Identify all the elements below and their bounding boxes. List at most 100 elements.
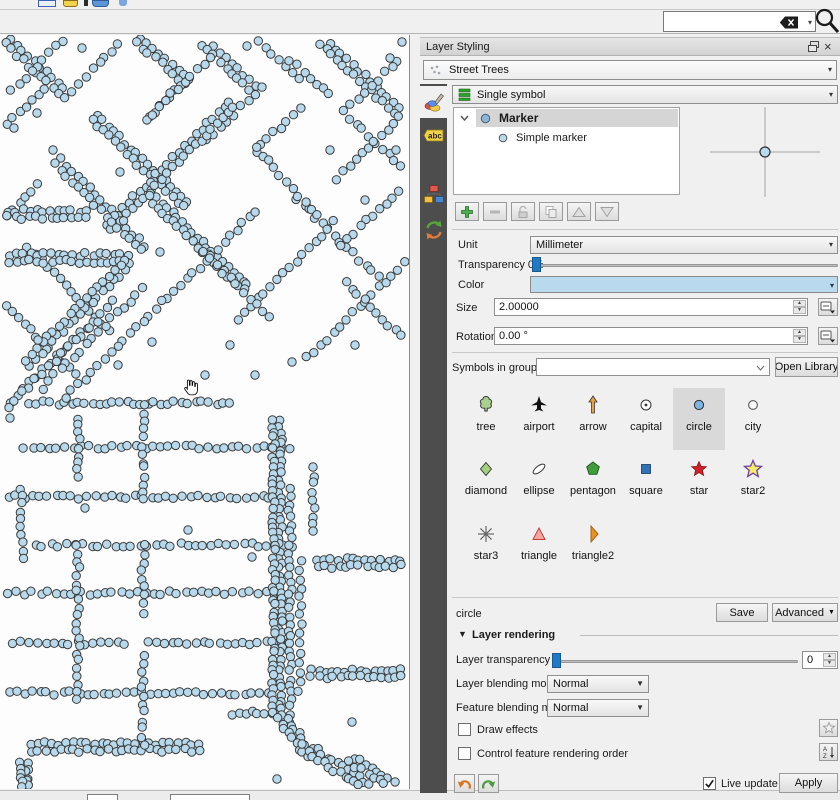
layer-blend-arrow-icon: ▼ (636, 679, 644, 688)
symbol-item-airport[interactable]: airport (513, 388, 565, 450)
draw-effects-customize-button[interactable] (819, 719, 838, 737)
size-field[interactable]: 2.00000 ▲▼ (494, 298, 808, 316)
symbol-item-star3[interactable]: star3 (460, 517, 512, 579)
rotation-label: Rotation (456, 331, 497, 343)
tab-labels[interactable]: abc (420, 119, 447, 151)
advanced-button[interactable]: Advanced ▼ (772, 603, 838, 622)
feature-blend-combo[interactable]: Normal ▼ (547, 699, 649, 717)
symbol-item-star2[interactable]: star2 (727, 452, 779, 514)
move-up-button[interactable] (567, 202, 591, 221)
symbol-tree-root-row[interactable]: Marker (476, 109, 678, 127)
symbol-name-field[interactable]: circle (456, 608, 482, 620)
symbol-item-tree[interactable]: tree (460, 388, 512, 450)
layer-transparency-slider-track[interactable] (552, 660, 798, 663)
rotation-field[interactable]: 0.00 ° ▲▼ (494, 327, 808, 345)
symbol-item-capital[interactable]: capital (620, 388, 672, 450)
symbol-label: diamond (465, 485, 507, 497)
live-update-checkbox[interactable] (703, 777, 716, 790)
toolbar-icon-sliver-3[interactable] (84, 0, 88, 6)
symbol-label: city (745, 421, 762, 433)
rendering-order-settings-button[interactable]: A Z (819, 743, 838, 761)
magnifier-icon[interactable] (814, 7, 840, 34)
symbol-item-diamond[interactable]: diamond (460, 452, 512, 514)
symbol-label: star2 (741, 485, 765, 497)
apply-button[interactable]: Apply (779, 773, 838, 793)
float-panel-icon[interactable] (808, 41, 819, 52)
rendering-order-checkbox[interactable] (458, 747, 471, 760)
size-data-defined-button[interactable] (818, 298, 838, 316)
expander-icon[interactable] (460, 115, 469, 121)
move-down-button[interactable] (595, 202, 619, 221)
transparency-slider-handle[interactable] (532, 257, 541, 272)
symbol-item-triangle2[interactable]: triangle2 (567, 517, 619, 579)
toolbar-icon-sliver-4[interactable] (92, 0, 109, 7)
symbol-item-city[interactable]: city (727, 388, 779, 450)
svg-text:abc: abc (428, 132, 442, 141)
unit-label: Unit (458, 239, 478, 251)
layer-blend-combo[interactable]: Normal ▼ (547, 675, 649, 693)
layer-transparency-spinbox[interactable]: 0 ▲▼ (802, 651, 838, 669)
tree-symbol-icon (475, 394, 497, 416)
redo-icon (481, 777, 496, 791)
symbol-item-square[interactable]: square (620, 452, 672, 514)
layer-transparency-spinner[interactable]: ▲▼ (823, 653, 836, 667)
add-symbol-layer-button[interactable] (455, 202, 479, 221)
layer-transparency-slider-handle[interactable] (552, 653, 561, 668)
size-value: 2.00000 (499, 301, 539, 313)
symbol-item-triangle[interactable]: triangle (513, 517, 565, 579)
remove-symbol-layer-button[interactable] (483, 202, 507, 221)
close-panel-icon[interactable]: × (824, 39, 832, 54)
symbol-item-pentagon[interactable]: pentagon (567, 452, 619, 514)
toolbar-icon-sliver-1[interactable] (38, 0, 56, 7)
duplicate-symbol-layer-button[interactable] (539, 202, 563, 221)
search-dropdown-icon[interactable]: ▾ (808, 18, 812, 27)
rotation-data-defined-button[interactable] (818, 327, 838, 345)
lock-color-button[interactable] (511, 202, 535, 221)
symbol-tree-child-row[interactable]: Simple marker (498, 130, 587, 146)
svg-text:A: A (823, 747, 827, 753)
tab-symbology[interactable] (420, 86, 447, 118)
color-label: Color (458, 279, 484, 291)
tab-history[interactable] (420, 214, 447, 246)
statusbar-scale-box[interactable] (170, 794, 250, 800)
symbol-item-arrow[interactable]: arrow (567, 388, 619, 450)
symbol-label: pentagon (570, 485, 616, 497)
minus-icon (489, 206, 501, 218)
symbol-label: triangle (521, 550, 557, 562)
statusbar-coordinate-box[interactable] (87, 794, 118, 800)
undo-button[interactable] (454, 774, 475, 793)
toolbar-icon-sliver-2[interactable] (63, 0, 78, 7)
symbols-group-combo[interactable] (536, 358, 770, 376)
toolbar-icon-sliver-5[interactable] (119, 0, 127, 6)
size-spinner[interactable]: ▲▼ (793, 300, 806, 314)
layer-rendering-collapse-icon[interactable]: ▼ (458, 629, 467, 639)
unit-combo[interactable]: Millimeter ▾ (530, 236, 838, 254)
draw-effects-checkbox[interactable] (458, 723, 471, 736)
tab-diagrams[interactable] (420, 178, 447, 210)
rotation-value: 0.00 ° (499, 330, 528, 342)
redo-button[interactable] (478, 774, 499, 793)
layer-selector[interactable]: Street Trees ▾ (423, 60, 837, 80)
rotation-spinner[interactable]: ▲▼ (793, 329, 806, 343)
renderer-label: Single symbol (477, 89, 545, 101)
combo-chevron-icon (756, 365, 765, 371)
save-button[interactable]: Save (716, 603, 768, 622)
check-icon (704, 778, 715, 789)
symbol-item-circle[interactable]: circle (673, 388, 725, 450)
clear-search-icon[interactable] (779, 16, 799, 29)
transparency-slider-track[interactable] (532, 264, 838, 267)
symbol-item-star[interactable]: star (673, 452, 725, 514)
divider-2 (452, 352, 838, 353)
layer-selector-arrow-icon: ▾ (828, 65, 832, 74)
color-swatch[interactable]: ▾ (530, 276, 838, 293)
ellipse-symbol-icon (528, 458, 550, 480)
symbol-label: star3 (474, 550, 498, 562)
triangle-up-icon (572, 206, 586, 218)
symbol-item-ellipse[interactable]: ellipse (513, 452, 565, 514)
triangle-down-icon (600, 206, 614, 218)
airport-symbol-icon (528, 394, 550, 416)
search-input[interactable]: ▾ (663, 11, 816, 32)
map-canvas[interactable] (0, 35, 409, 789)
symbol-label: star (690, 485, 708, 497)
open-library-button[interactable]: Open Library (775, 357, 838, 377)
